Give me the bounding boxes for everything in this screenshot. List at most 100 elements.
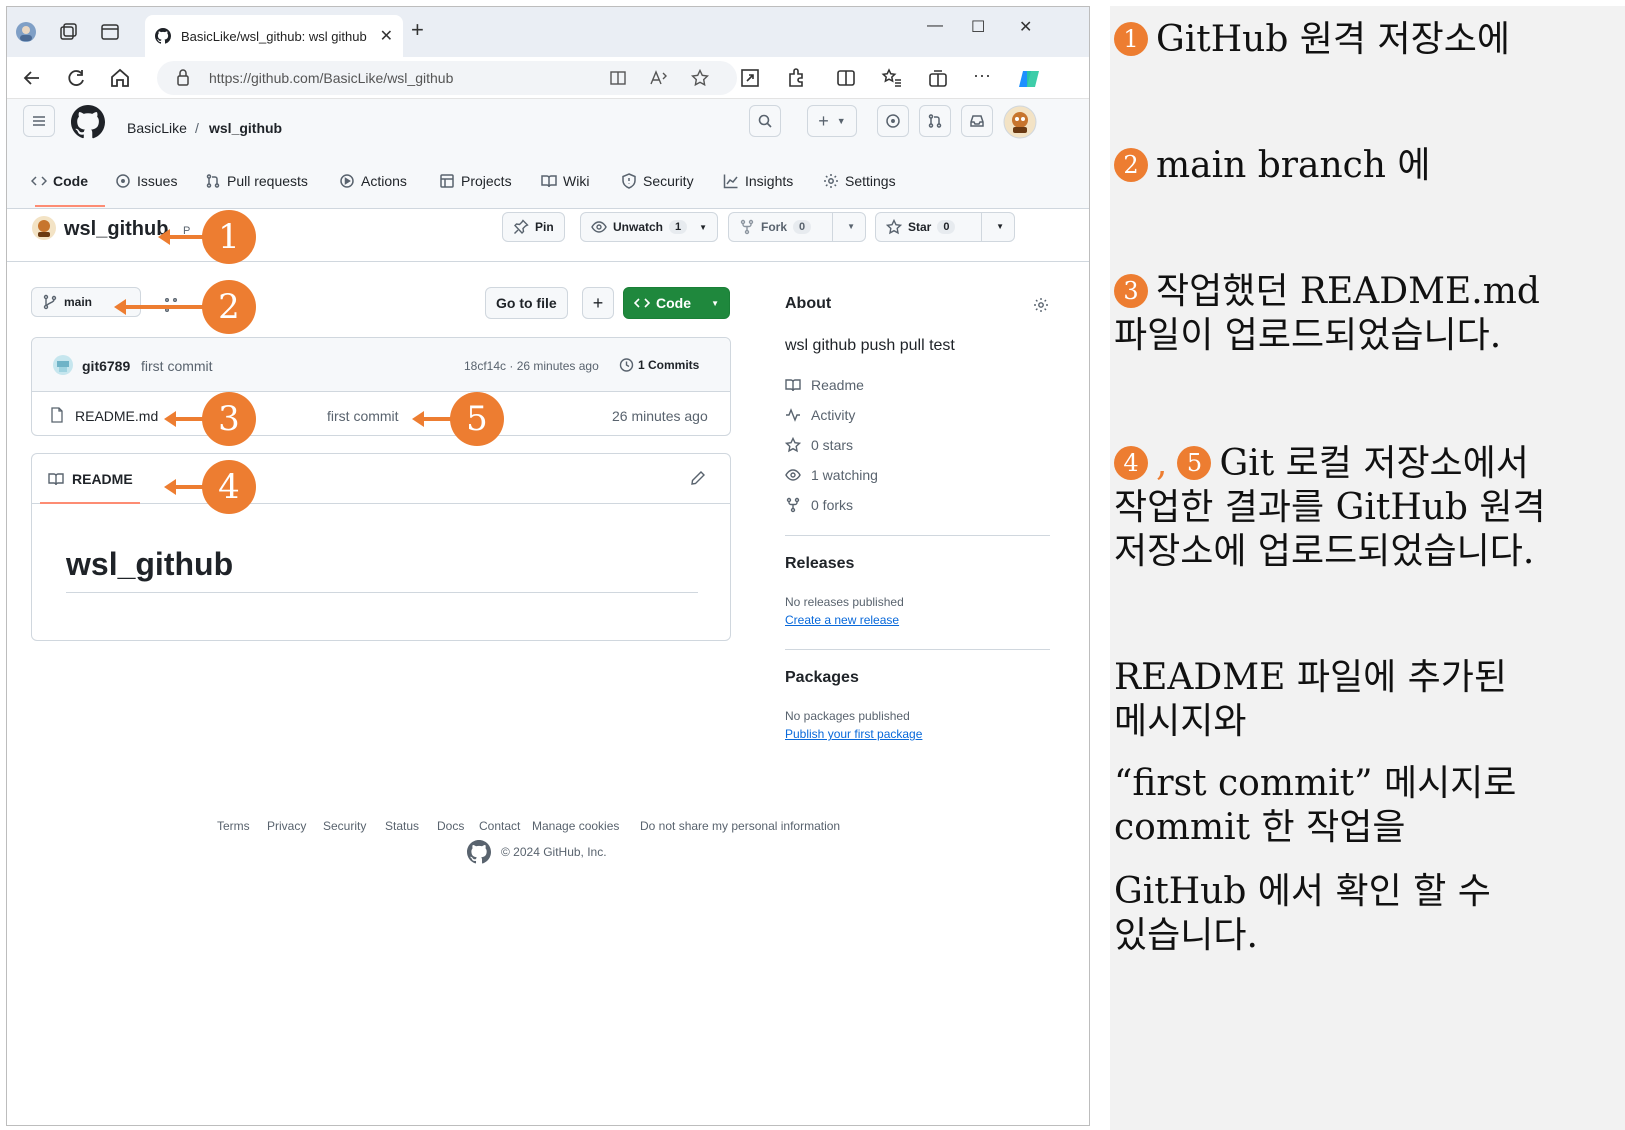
pin-label: Pin: [535, 220, 554, 234]
annotation-arrow-2: [114, 299, 203, 315]
fork-count: 0: [793, 220, 812, 234]
tab-insights[interactable]: Insights: [723, 173, 793, 189]
unwatch-button[interactable]: Unwatch 1 ▼: [580, 212, 718, 242]
commits-link[interactable]: 1 Commits: [618, 357, 699, 373]
footer-do-not-share[interactable]: Do not share my personal information: [640, 819, 840, 833]
tab-actions[interactable]: Actions: [339, 173, 407, 189]
footer-terms[interactable]: Terms: [217, 819, 250, 833]
file-name[interactable]: README.md: [75, 408, 158, 424]
tab-settings[interactable]: Settings: [823, 173, 896, 189]
footer-copyright: © 2024 GitHub, Inc.: [501, 845, 607, 859]
avatar[interactable]: [1003, 105, 1037, 139]
eye-icon: [591, 221, 607, 233]
gear-icon[interactable]: [1033, 297, 1049, 313]
favorites-icon[interactable]: [881, 67, 903, 89]
footer-docs[interactable]: Docs: [437, 819, 464, 833]
expand-icon[interactable]: [739, 67, 761, 89]
workspaces-icon[interactable]: [57, 21, 79, 43]
home-icon[interactable]: [109, 67, 131, 89]
readme-link[interactable]: Readme: [785, 377, 864, 393]
split-screen-icon[interactable]: [835, 67, 857, 89]
footer-privacy[interactable]: Privacy: [267, 819, 306, 833]
tab-wiki[interactable]: Wiki: [541, 173, 589, 189]
file-row[interactable]: README.md first commit 26 minutes ago: [32, 393, 730, 436]
pull-requests-button[interactable]: [919, 105, 951, 137]
note-badge-5: 5: [1177, 446, 1212, 480]
annotation-arrow-4: [164, 479, 203, 495]
refresh-icon[interactable]: [65, 67, 87, 89]
issues-button[interactable]: [877, 105, 909, 137]
readme-tab[interactable]: README: [48, 471, 133, 487]
breadcrumb-repo[interactable]: wsl_github: [209, 120, 282, 136]
file-commit-message[interactable]: first commit: [327, 408, 399, 424]
extensions-icon[interactable]: [785, 67, 807, 89]
publish-package-link[interactable]: Publish your first package: [785, 727, 922, 741]
browser-tab[interactable]: BasicLike/wsl_github: wsl github ✕: [145, 15, 403, 57]
packages-title[interactable]: Packages: [785, 669, 859, 687]
menu-button[interactable]: [23, 105, 55, 137]
create-release-link[interactable]: Create a new release: [785, 613, 899, 627]
pencil-icon[interactable]: [690, 470, 706, 486]
reader-view-icon[interactable]: [609, 69, 627, 87]
pin-button[interactable]: Pin: [502, 212, 565, 242]
go-to-file-button[interactable]: Go to file: [485, 287, 568, 319]
commit-hash-time[interactable]: 18cf14c · 26 minutes ago: [464, 359, 599, 373]
footer-contact[interactable]: Contact: [479, 819, 520, 833]
search-button[interactable]: [749, 105, 781, 137]
play-icon: [340, 174, 354, 188]
note-badge-3: 3: [1114, 274, 1148, 308]
maximize-icon[interactable]: ☐: [971, 17, 985, 37]
minimize-icon[interactable]: —: [927, 17, 943, 35]
copilot-icon[interactable]: [1017, 67, 1039, 89]
more-options-icon[interactable]: ···: [973, 65, 995, 87]
add-file-button[interactable]: +: [582, 287, 614, 319]
footer-security[interactable]: Security: [323, 819, 366, 833]
tab-actions-label: Actions: [361, 173, 407, 189]
tab-pull-requests[interactable]: Pull requests: [205, 173, 308, 189]
footer-status[interactable]: Status: [385, 819, 419, 833]
new-tab-button[interactable]: +: [411, 17, 433, 42]
close-tab-icon[interactable]: ✕: [380, 26, 393, 46]
code-button[interactable]: Code ▼: [623, 287, 730, 319]
favorite-star-icon[interactable]: [691, 69, 709, 87]
note-1: 1 GitHub 원격 저장소에: [1114, 18, 1619, 62]
commit-message[interactable]: first commit: [141, 358, 213, 374]
profile-icon[interactable]: [15, 21, 37, 43]
tab-code[interactable]: Code: [31, 173, 88, 189]
vertical-tabs-icon[interactable]: [99, 21, 121, 43]
releases-title[interactable]: Releases: [785, 555, 854, 573]
stars-link[interactable]: 0 stars: [785, 437, 853, 453]
footer-manage-cookies[interactable]: Manage cookies: [532, 819, 619, 833]
file-commit-time: 26 minutes ago: [612, 408, 708, 424]
stars-label: 0 stars: [811, 437, 854, 453]
forks-link[interactable]: 0 forks: [785, 497, 853, 513]
github-logo-icon[interactable]: [71, 105, 105, 139]
readme-tab-underline: [40, 502, 140, 504]
url-field[interactable]: https://github.com/BasicLike/wsl_github: [157, 61, 737, 95]
tab-issues[interactable]: Issues: [115, 173, 177, 189]
tab-security[interactable]: Security: [621, 173, 694, 189]
commit-author[interactable]: git6789: [82, 358, 130, 374]
note-summary-2: “first commit” 메시지로 commit 한 작업을: [1114, 762, 1619, 850]
close-window-icon[interactable]: ✕: [1019, 17, 1032, 37]
create-new-button[interactable]: + ▼: [807, 105, 857, 137]
collections-icon[interactable]: [927, 67, 949, 89]
tab-projects[interactable]: Projects: [439, 173, 512, 189]
watching-link[interactable]: 1 watching: [785, 467, 878, 483]
back-icon[interactable]: [21, 67, 43, 89]
fork-button[interactable]: Fork 0 ▼: [728, 212, 866, 242]
note-45: 4, 5 Git 로컬 저장소에서 작업한 결과를 GitHub 원격 저장소에 업…: [1114, 442, 1619, 574]
note-badge-2: 2: [1114, 148, 1148, 182]
readme-heading: wsl_github: [66, 546, 234, 582]
note-badge-1: 1: [1114, 22, 1148, 56]
tab-wiki-label: Wiki: [563, 173, 590, 189]
note-45-line2: 작업한 결과를 GitHub 원격: [1114, 487, 1546, 528]
activity-link[interactable]: Activity: [785, 407, 855, 423]
read-aloud-icon[interactable]: [649, 69, 669, 87]
lock-icon[interactable]: [175, 61, 191, 95]
inbox-button[interactable]: [961, 105, 993, 137]
repo-title[interactable]: wsl_github: [64, 218, 168, 241]
star-button[interactable]: Star 0 ▼: [875, 212, 1015, 242]
breadcrumb-owner[interactable]: BasicLike: [127, 120, 187, 136]
search-icon: [758, 114, 772, 128]
